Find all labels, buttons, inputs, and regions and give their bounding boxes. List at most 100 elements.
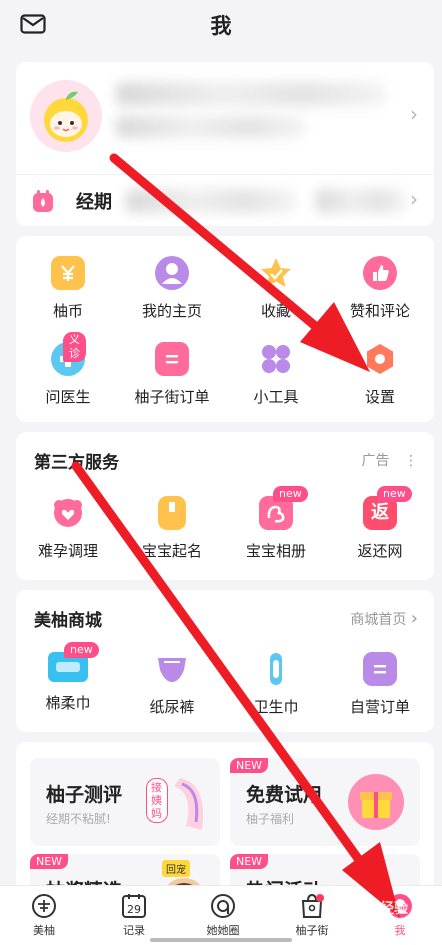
home-indicator xyxy=(150,938,292,942)
order-icon xyxy=(155,342,189,376)
cotton-towel-icon: new xyxy=(48,642,99,682)
thumbs-up-icon xyxy=(363,256,397,290)
promo-subtitle: 柚子福利 xyxy=(246,812,295,826)
grid-item-likes-comments[interactable]: 赞和评论 xyxy=(328,256,432,321)
grid-item-settings[interactable]: 设置 xyxy=(328,342,432,407)
grid-label: 我的主页 xyxy=(141,302,202,320)
consult-badge: 义诊 xyxy=(63,332,86,362)
nav-label: 柚子街 xyxy=(295,924,329,937)
record-date: 29 xyxy=(127,903,141,916)
shop-home-link[interactable]: 商城首页 › xyxy=(350,608,418,629)
grid-label: 小工具 xyxy=(253,388,299,406)
grid-item-ask-doctor[interactable]: 义诊 问医生 xyxy=(16,332,120,407)
shop-item-sanitary-pad[interactable]: 卫生巾 xyxy=(224,652,328,717)
shop-item-self-orders[interactable]: 自营订单 xyxy=(328,652,432,717)
rebate-icon: 返 new xyxy=(363,486,412,530)
gift-icon xyxy=(348,774,404,830)
meiyou-shop-card: 美柚商城 商城首页 › new 棉柔巾 纸尿裤 卫生巾 自营订单 xyxy=(16,590,434,732)
new-tag: NEW xyxy=(230,854,269,869)
nav-label: 她她圈 xyxy=(206,924,240,937)
grid-label: 棉柔巾 xyxy=(45,694,91,712)
pad-icon xyxy=(259,652,293,686)
period-row[interactable]: 经期 › xyxy=(16,174,434,226)
service-item-fertility[interactable]: 难孕调理 xyxy=(16,496,120,561)
shop-item-cotton-towel[interactable]: new 棉柔巾 xyxy=(16,642,120,713)
grid-label: 收藏 xyxy=(260,302,291,320)
pad-product-icon xyxy=(174,778,204,830)
shop-home-text: 商城首页 xyxy=(350,612,407,628)
service-item-rebate[interactable]: 返 new 返还网 xyxy=(328,486,432,561)
settings-icon xyxy=(363,342,397,376)
grid-item-shop-orders[interactable]: 柚子街订单 xyxy=(120,342,224,407)
profile-chevron-icon[interactable]: › xyxy=(410,102,418,126)
coin-icon xyxy=(51,256,85,290)
grid-label: 宝宝相册 xyxy=(245,542,306,560)
promo-subtitle: 经期不粘腻! xyxy=(46,812,111,826)
new-tag: NEW xyxy=(230,758,269,773)
top-bar: 我 xyxy=(0,0,442,50)
third-party-services-card: 第三方服务 广告 ⋮ 难孕调理 宝宝起名 new 宝宝相册 返 new 返还网 xyxy=(16,432,434,580)
diaper-icon xyxy=(155,652,189,686)
grid-label: 卫生巾 xyxy=(253,698,299,716)
grid-label: 柚子街订单 xyxy=(134,388,210,406)
avatar[interactable] xyxy=(30,80,102,152)
promo-title: 柚子测评 xyxy=(46,784,123,806)
service-item-baby-name[interactable]: 宝宝起名 xyxy=(120,496,224,561)
meiyou-icon xyxy=(32,894,56,918)
grid-label: 难孕调理 xyxy=(37,542,98,560)
grid-item-favorites[interactable]: 收藏 xyxy=(224,256,328,321)
nav-label: 美柚 xyxy=(33,924,55,937)
grid-label: 自营订单 xyxy=(349,698,410,716)
self-order-icon xyxy=(363,652,397,686)
grid-label: 赞和评论 xyxy=(349,302,410,320)
grid-label: 设置 xyxy=(364,388,395,406)
grid-item-coins[interactable]: 柚币 xyxy=(16,256,120,321)
shop-item-diaper[interactable]: 纸尿裤 xyxy=(120,652,224,717)
grid-label: 柚币 xyxy=(52,302,83,320)
new-badge: new xyxy=(273,486,308,502)
shopping-bag-icon xyxy=(301,893,324,918)
promo-sticker: 接姨妈 xyxy=(146,778,168,823)
nav-item-circle[interactable]: 她她圈 xyxy=(179,892,267,938)
page-title: 我 xyxy=(210,14,232,38)
star-icon xyxy=(259,256,293,290)
user-info-blurred xyxy=(116,116,306,138)
service-item-baby-album[interactable]: new 宝宝相册 xyxy=(224,486,328,561)
nav-label: 记录 xyxy=(123,924,145,937)
grid-item-mini-tools[interactable]: 小工具 xyxy=(224,342,328,407)
username-blurred xyxy=(116,82,386,106)
chat-doctor-icon: 义诊 xyxy=(51,332,86,376)
more-dots-icon[interactable]: ⋮ xyxy=(404,453,418,469)
promo-title: 免费试用 xyxy=(246,784,323,806)
nav-item-meiyou[interactable]: 美柚 xyxy=(0,892,88,938)
calendar-record-icon: 29 xyxy=(122,894,146,918)
section-title: 第三方服务 xyxy=(34,453,119,473)
grid-item-my-home[interactable]: 我的主页 xyxy=(120,256,224,321)
rebate-glyph: 返 xyxy=(371,502,389,523)
name-card-icon xyxy=(158,496,186,530)
new-badge: new xyxy=(377,486,412,502)
ad-label[interactable]: 广告 ⋮ xyxy=(362,450,418,470)
heart-flower-icon xyxy=(51,496,85,530)
period-info-blurred xyxy=(126,189,296,213)
grid-label: 问医生 xyxy=(45,388,91,406)
profile-card[interactable]: › 经期 › xyxy=(16,62,434,226)
period-status-blurred xyxy=(316,189,406,213)
promo-tile-free-trial[interactable]: NEW 免费试用 柚子福利 xyxy=(230,758,420,846)
promo-tile-review[interactable]: 柚子测评 经期不粘腻! 接姨妈 xyxy=(30,758,220,846)
person-icon xyxy=(155,256,189,290)
watermark: Baidu 经验 xyxy=(330,901,408,917)
circle-icon xyxy=(211,894,235,918)
period-label: 经期 xyxy=(76,192,112,213)
period-chevron-icon[interactable]: › xyxy=(410,187,418,211)
period-calendar-icon xyxy=(33,190,53,212)
grid-label: 宝宝起名 xyxy=(141,542,202,560)
grid-label: 纸尿裤 xyxy=(149,698,195,716)
new-tag: NEW xyxy=(30,854,69,869)
tools-grid-icon xyxy=(259,342,293,376)
baby-album-icon: new xyxy=(259,486,308,530)
section-title: 美柚商城 xyxy=(34,611,102,631)
nav-item-record[interactable]: 29 记录 xyxy=(90,892,178,938)
chevron-right-icon: › xyxy=(410,608,418,629)
new-badge: new xyxy=(64,642,99,658)
